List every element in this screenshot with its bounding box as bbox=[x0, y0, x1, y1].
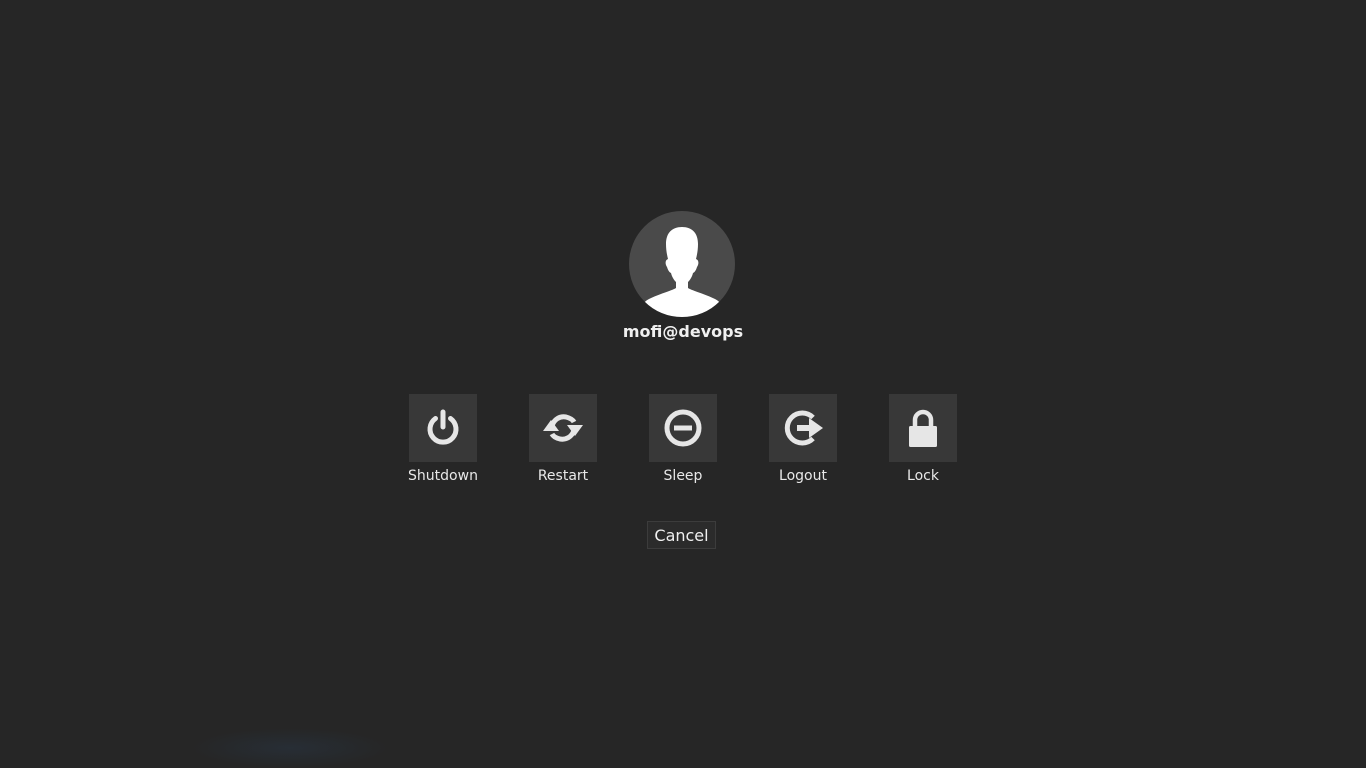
logout-button[interactable]: Logout bbox=[743, 394, 863, 490]
lock-button[interactable]: Lock bbox=[863, 394, 983, 490]
cancel-button[interactable]: Cancel bbox=[647, 521, 716, 549]
shutdown-tile[interactable] bbox=[409, 394, 477, 462]
restart-button[interactable]: Restart bbox=[503, 394, 623, 490]
session-menu-screen: mofi@devops Shutdown Restart Sleep Logou… bbox=[0, 0, 1366, 768]
sleep-button[interactable]: Sleep bbox=[623, 394, 743, 490]
sleep-label: Sleep bbox=[663, 468, 703, 484]
restart-label: Restart bbox=[537, 468, 589, 484]
refresh-icon bbox=[543, 414, 583, 442]
lock-icon bbox=[909, 409, 937, 447]
user-silhouette-icon bbox=[637, 227, 727, 317]
logout-label: Logout bbox=[779, 468, 827, 484]
power-icon bbox=[427, 409, 459, 445]
sleep-tile[interactable] bbox=[649, 394, 717, 462]
lock-tile[interactable] bbox=[889, 394, 957, 462]
shutdown-label: Shutdown bbox=[408, 468, 478, 484]
logout-arrow-icon bbox=[784, 410, 823, 446]
shutdown-button[interactable]: Shutdown bbox=[383, 394, 503, 490]
lock-label: Lock bbox=[907, 468, 939, 484]
minus-circle-icon bbox=[664, 409, 702, 447]
restart-tile[interactable] bbox=[529, 394, 597, 462]
background-glow bbox=[190, 728, 390, 768]
user-avatar bbox=[629, 211, 735, 317]
username-label: mofi@devops bbox=[622, 322, 744, 341]
logout-tile[interactable] bbox=[769, 394, 837, 462]
